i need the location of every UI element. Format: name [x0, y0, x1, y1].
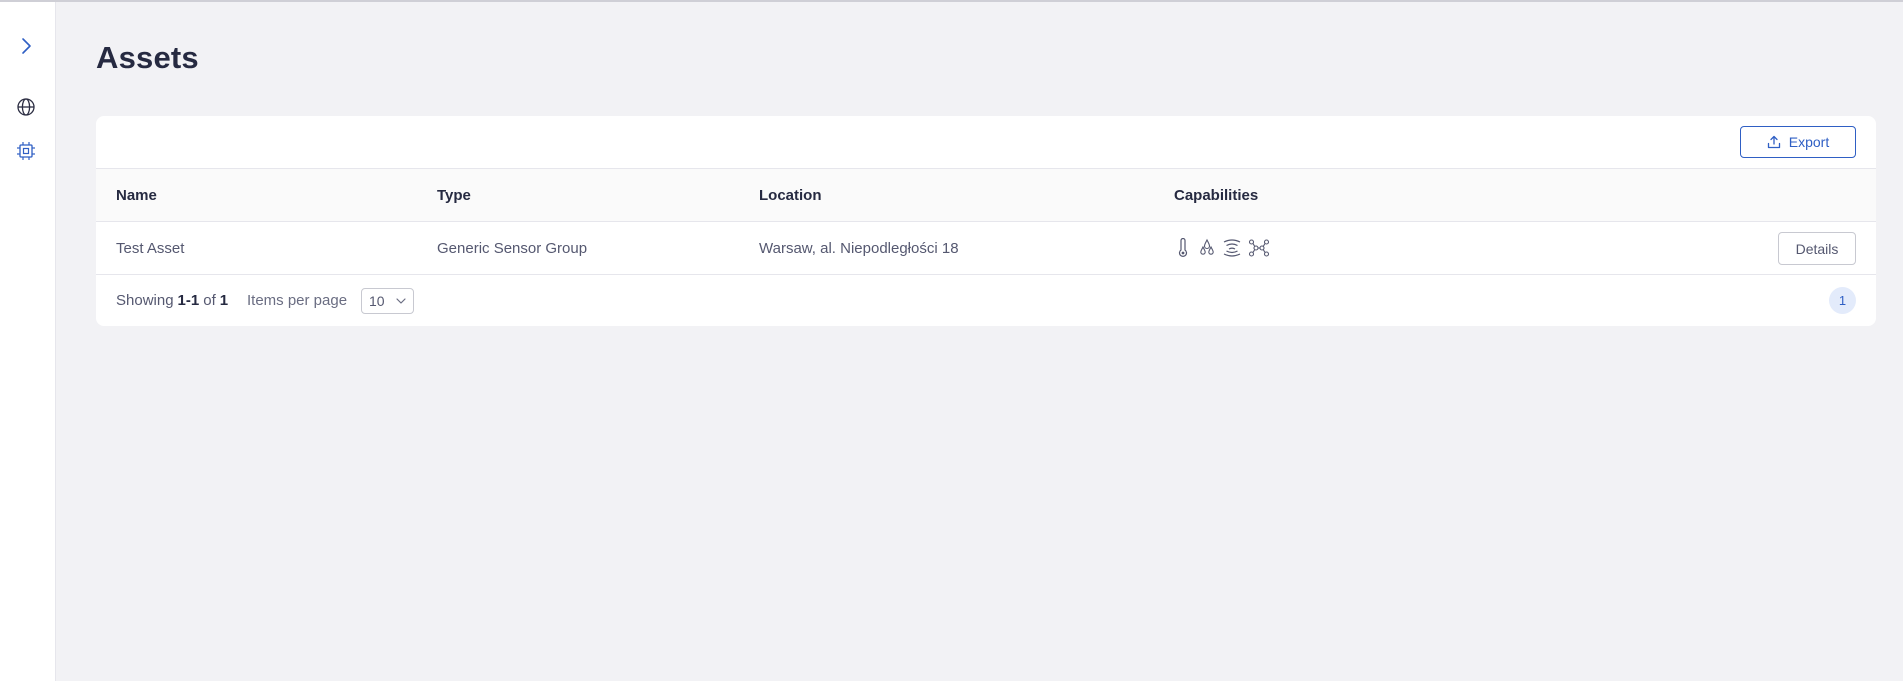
table-footer: Showing 1-1 of 1 Items per page 10 1: [96, 275, 1876, 326]
table-toolbar: Export: [96, 116, 1876, 169]
table-header: Name Type Location Capabilities: [96, 169, 1876, 222]
export-button[interactable]: Export: [1740, 126, 1856, 158]
upload-icon: [1767, 135, 1780, 149]
pagination-summary: Showing 1-1 of 1: [116, 275, 228, 326]
sidebar-item-map[interactable]: [12, 93, 40, 121]
chevron-down-icon: [396, 298, 406, 304]
thermometer-icon: [1178, 238, 1188, 257]
column-header-type[interactable]: Type: [437, 169, 471, 221]
column-header-name[interactable]: Name: [116, 169, 157, 221]
showing-prefix: Showing: [116, 292, 174, 309]
table-row: Test Asset Generic Sensor Group Warsaw, …: [96, 222, 1876, 275]
pagination-page-1[interactable]: 1: [1829, 287, 1856, 314]
sidebar-expand-button[interactable]: [12, 32, 40, 60]
items-per-page-value: 10: [369, 293, 385, 309]
items-per-page-select[interactable]: 10: [361, 288, 414, 314]
details-button[interactable]: Details: [1778, 232, 1856, 265]
items-per-page-label: Items per page: [247, 292, 348, 309]
humidity-drops-icon: [1200, 238, 1214, 255]
globe-icon: [17, 98, 35, 116]
cell-capabilities: [1174, 222, 1270, 274]
sidebar-item-assets[interactable]: [12, 137, 40, 165]
cell-type: Generic Sensor Group: [437, 239, 588, 257]
showing-of: of: [203, 292, 216, 309]
assets-table-card: Export Name Type Location Capabilities T…: [96, 116, 1876, 326]
molecule-icon: [1248, 239, 1270, 257]
export-label: Export: [1788, 134, 1830, 150]
cell-name: Test Asset: [116, 239, 185, 257]
column-header-location[interactable]: Location: [759, 169, 822, 221]
cell-location: Warsaw, al. Niepodległości 18: [759, 239, 959, 257]
main-content: Assets Export Name Type Location Capabil…: [56, 2, 1903, 681]
chip-icon: [17, 142, 35, 160]
column-header-capabilities[interactable]: Capabilities: [1174, 169, 1258, 221]
chevron-right-icon: [22, 38, 31, 54]
sidebar: [0, 2, 56, 681]
showing-range: 1-1: [177, 292, 200, 309]
wireless-signal-icon: [1223, 239, 1241, 257]
showing-total: 1: [219, 292, 229, 309]
page-title: Assets: [96, 40, 199, 75]
